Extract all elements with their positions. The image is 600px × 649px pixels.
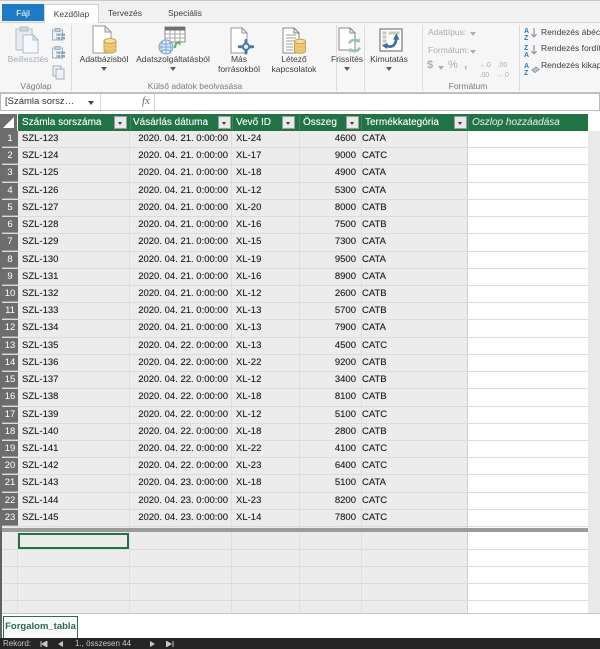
svg-text:A: A [524, 63, 529, 70]
svg-text:Z: Z [524, 45, 529, 52]
svg-text:A: A [524, 52, 529, 59]
svg-text:Z: Z [524, 70, 529, 77]
svg-text:Z: Z [524, 35, 529, 42]
svg-text:A: A [524, 28, 529, 35]
